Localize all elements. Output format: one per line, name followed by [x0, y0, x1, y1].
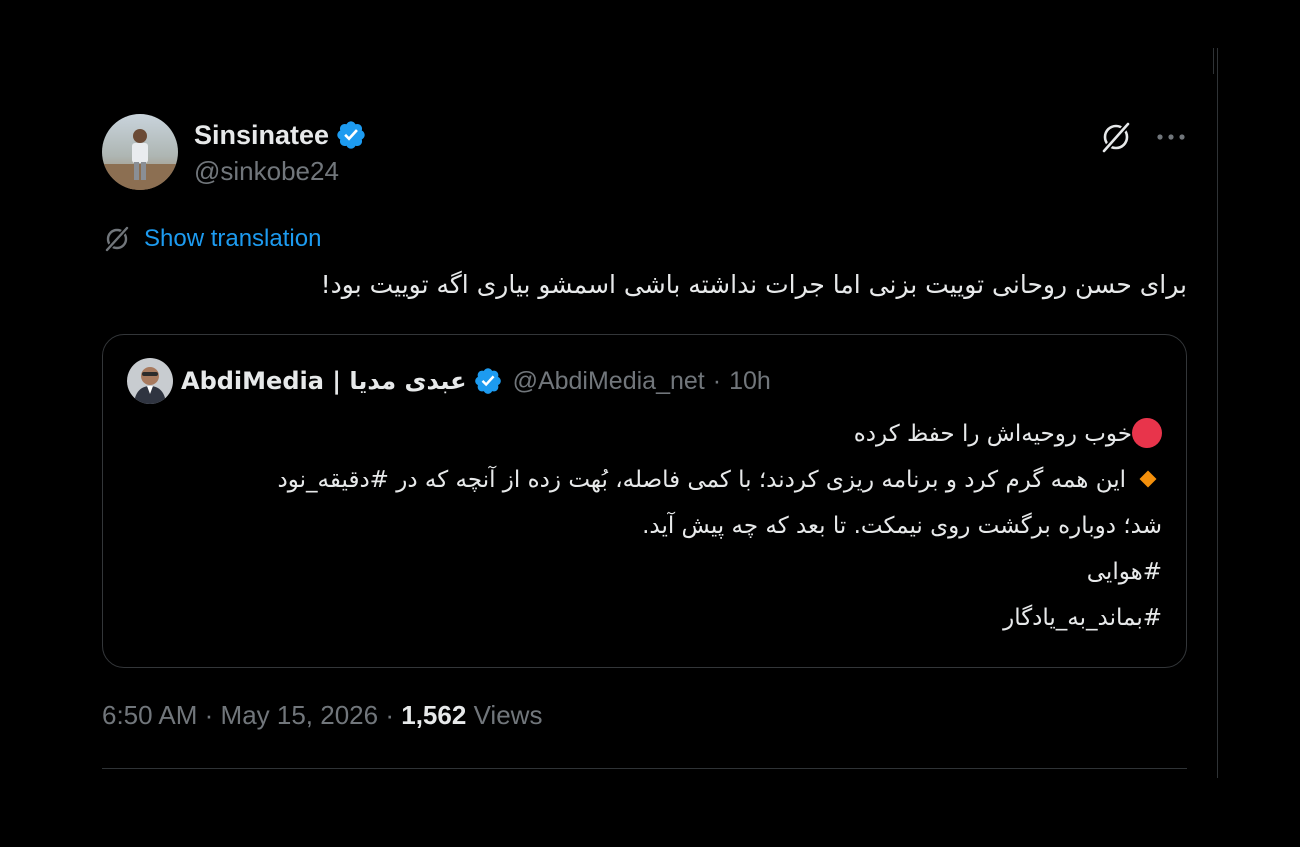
meta-separator-1: · [204, 700, 214, 730]
views-label[interactable]: Views [474, 700, 543, 730]
verified-badge-icon[interactable] [335, 119, 367, 151]
quoted-tweet-body: خوب روحیه‌اش را حفظ کرده این همه گرم کرد… [127, 411, 1162, 641]
column-divider [1217, 48, 1218, 778]
tweet: Sinsinatee @sinkobe24 Show translation ب… [102, 112, 1187, 772]
tweet-time[interactable]: 6:50 AM [102, 700, 197, 730]
quoted-line-3: شد؛ دوباره برگشت روی نیمکت. تا بعد که چه… [642, 513, 1162, 539]
quoted-author-name[interactable]: AbdiMedia | عبدی مدیا [181, 367, 467, 395]
tweet-divider [102, 768, 1187, 769]
author-display-name[interactable]: Sinsinatee [194, 120, 329, 151]
quoted-timestamp[interactable]: 10h [729, 367, 771, 396]
tweet-date[interactable]: May 15, 2026 [221, 700, 379, 730]
translate-icon [105, 226, 129, 252]
person-on-beach-avatar [102, 114, 178, 190]
hashtag-line-2[interactable]: #بماند_به_یادگار [127, 595, 1162, 641]
tweet-text: برای حسن روحانی توییت بزنی اما جرات نداش… [320, 270, 1187, 299]
author-avatar[interactable] [102, 114, 178, 190]
quoted-line-1: خوب روحیه‌اش را حفظ کرده [127, 411, 1162, 457]
hashtag-line-1[interactable]: #هوایی [127, 549, 1162, 595]
verified-badge-icon[interactable] [473, 366, 503, 396]
show-translation[interactable]: Show translation [102, 224, 321, 254]
quoted-line-2: این همه گرم کرد و برنامه ریزی کردند؛ با … [127, 457, 1162, 503]
quoted-tweet[interactable]: AbdiMedia | عبدی مدیا @AbdiMedia_net · 1… [102, 334, 1187, 668]
man-in-suit-avatar [127, 358, 173, 404]
quoted-author-avatar[interactable] [127, 358, 173, 404]
quoted-line-2-text: این همه گرم کرد و برنامه ریزی کردند؛ با … [277, 467, 1126, 493]
quoted-separator: · [712, 366, 722, 395]
quoted-author-handle[interactable]: @AbdiMedia_net [513, 367, 705, 396]
author-handle[interactable]: @sinkobe24 [194, 156, 339, 187]
quoted-tweet-header: AbdiMedia | عبدی مدیا @AbdiMedia_net · 1… [127, 357, 771, 405]
meta-separator-2: · [385, 700, 395, 730]
scroll-edge-tick [1213, 48, 1214, 74]
tweet-meta: 6:50 AM · May 15, 2026 · 1,562 Views [102, 700, 542, 731]
author-name-row: Sinsinatee [194, 117, 367, 153]
red-circle-icon [1132, 418, 1162, 448]
grok-icon[interactable] [1097, 118, 1135, 156]
quoted-line-1-text: خوب روحیه‌اش را حفظ کرده [853, 421, 1132, 447]
show-translation-link[interactable]: Show translation [144, 225, 321, 253]
orange-diamond-icon [1139, 470, 1157, 488]
views-count[interactable]: 1,562 [401, 700, 466, 730]
more-horizontal-icon[interactable] [1154, 120, 1188, 154]
